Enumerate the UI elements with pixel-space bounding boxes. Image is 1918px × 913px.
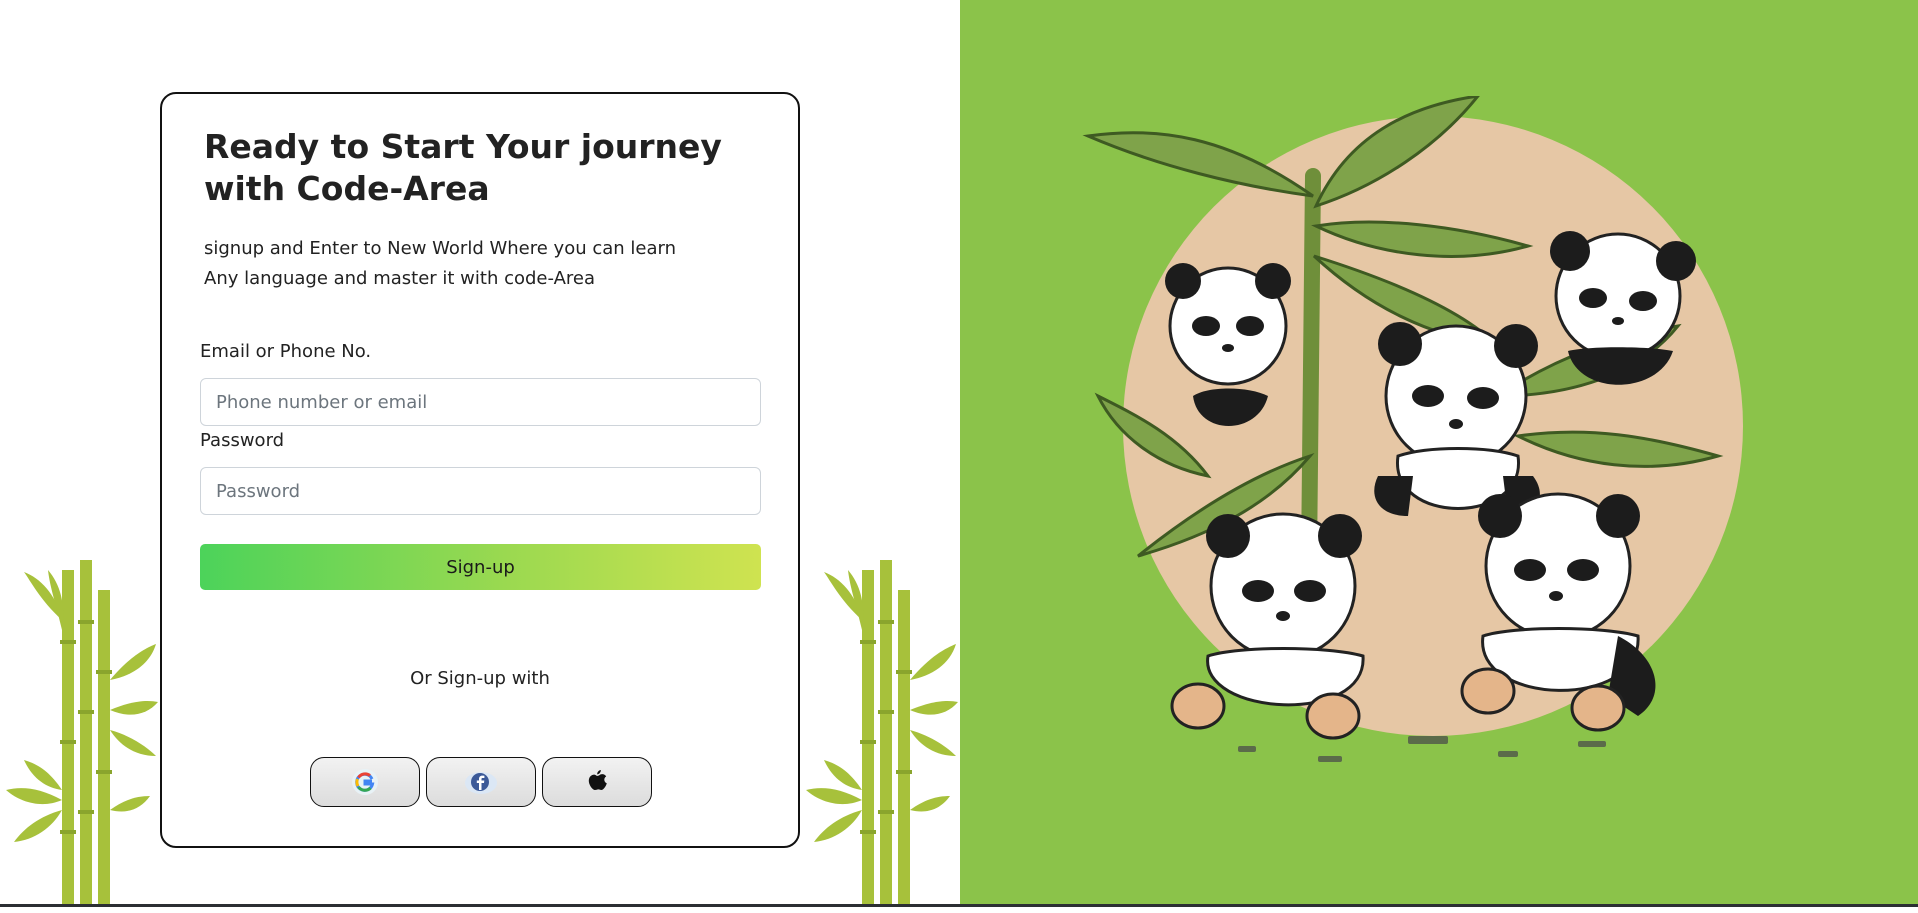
subtitle-line-1: signup and Enter to New World Where you … [204, 238, 676, 259]
signup-section: Ready to Start Your journey with Code-Ar… [0, 0, 960, 904]
password-label: Password [200, 430, 285, 451]
password-field[interactable] [200, 467, 761, 515]
apple-icon [588, 770, 607, 791]
email-field[interactable] [200, 378, 761, 426]
google-signup-button[interactable] [310, 757, 420, 807]
illustration-panel [960, 0, 1918, 904]
apple-signup-button[interactable] [542, 757, 652, 807]
facebook-signup-button[interactable] [426, 757, 536, 807]
window-bottom-edge [0, 904, 1918, 913]
signup-title: Ready to Start Your journey with Code-Ar… [204, 127, 722, 208]
bamboo-decoration-left [6, 560, 158, 904]
email-label: Email or Phone No. [200, 341, 372, 362]
google-icon [352, 769, 378, 795]
signup-button[interactable]: Sign-up [200, 544, 761, 590]
alt-signup-text: Or Sign-up with [410, 668, 550, 689]
facebook-icon [465, 772, 497, 794]
signup-card: Ready to Start Your journey with Code-Ar… [160, 92, 800, 848]
signup-subtitle: signup and Enter to New World Where you … [204, 234, 724, 294]
subtitle-line-2: Any language and master it with code-Are… [204, 268, 596, 289]
bamboo-decoration-right [806, 560, 958, 904]
panda-3 [1374, 322, 1540, 516]
panda-bamboo-illustration [1082, 96, 1743, 762]
